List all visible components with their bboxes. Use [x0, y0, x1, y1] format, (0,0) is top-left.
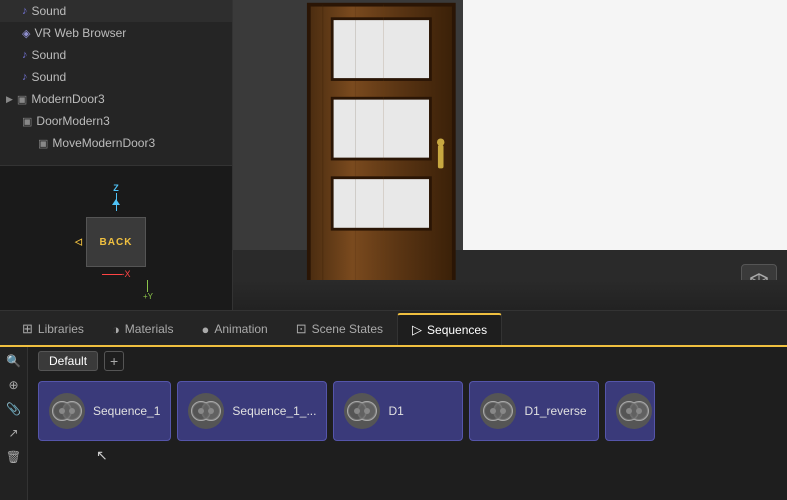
sequence-cards-container: Sequence_1 Sequence_1_... D1	[28, 375, 787, 447]
libraries-tab-label: Libraries	[38, 322, 84, 336]
sound-icon: ♪	[22, 5, 28, 17]
mesh-icon: ▣	[22, 115, 32, 128]
tree-item-sound3[interactable]: ♪ Sound	[0, 66, 232, 88]
sequences-tab-icon: ▷	[412, 322, 422, 338]
link-tool-button[interactable]: 📎	[4, 399, 24, 419]
materials-tab-icon: ◑	[112, 322, 120, 337]
scenestates-tab-icon: ⊡	[296, 321, 307, 337]
tree-item-label: ModernDoor3	[31, 92, 104, 106]
viewport-wall	[463, 0, 787, 250]
tab-sequences[interactable]: ▷ Sequences	[397, 313, 502, 345]
add-tab-button[interactable]: +	[104, 351, 124, 371]
default-tab-bar: Default +	[28, 347, 787, 375]
tab-libraries[interactable]: ⊞ Libraries	[8, 313, 98, 345]
viewport-floor	[233, 280, 787, 310]
axis-x-label: -X	[122, 269, 131, 279]
seq-card-label-d1: D1	[388, 404, 403, 418]
main-area: ♪Sound◈VR Web Browser♪Sound♪Sound▶▣Moder…	[0, 0, 787, 310]
tree-item-movemoddern3[interactable]: ▣ MoveModernDoor3	[0, 132, 232, 154]
tree-item-label: Sound	[32, 70, 67, 84]
sequence-card-d1rev[interactable]: D1_reverse	[469, 381, 599, 441]
scene-tree: ♪Sound◈VR Web Browser♪Sound♪Sound▶▣Moder…	[0, 0, 232, 165]
cursor-area: ↖	[28, 447, 787, 467]
tab-animation[interactable]: ● Animation	[187, 313, 281, 345]
seq-card-label-seq1: Sequence_1	[93, 404, 160, 418]
left-panel: ♪Sound◈VR Web Browser♪Sound♪Sound▶▣Moder…	[0, 0, 233, 310]
sequences-panel: 🔍 ⊕ 📎 ↗ 🗑 Default + Sequence_1	[0, 347, 787, 500]
tree-item-label: DoorModern3	[36, 114, 109, 128]
seq-card-label-seq1_: Sequence_1_...	[232, 404, 316, 418]
seq-card-label-d1rev: D1_reverse	[524, 404, 586, 418]
scenestates-tab-label: Scene States	[312, 322, 383, 336]
sequences-content: 🔍 ⊕ 📎 ↗ 🗑 Default + Sequence_1	[0, 347, 787, 500]
sequence-card-seq1_[interactable]: Sequence_1_...	[177, 381, 327, 441]
preview-area: Z ◁ BACK -X +Y	[0, 165, 232, 310]
sequence-card-partial[interactable]	[605, 381, 655, 441]
left-tools: 🔍 ⊕ 📎 ↗ 🗑	[0, 347, 28, 500]
tree-item-vrweb[interactable]: ◈ VR Web Browser	[0, 22, 232, 44]
seq-card-icon-seq1	[49, 393, 85, 429]
animation-tab-label: Animation	[214, 322, 267, 336]
vr-icon: ◈	[22, 27, 30, 40]
add-tool-button[interactable]: ⊕	[4, 375, 24, 395]
tree-item-label: VR Web Browser	[34, 26, 126, 40]
tree-item-doormodern3[interactable]: ▣ DoorModern3	[0, 110, 232, 132]
tree-item-moderndoor3[interactable]: ▶ ▣ ModernDoor3	[0, 88, 232, 110]
materials-tab-label: Materials	[125, 322, 174, 336]
back-label: BACK	[100, 237, 133, 248]
seq-card-icon-partial	[616, 393, 652, 429]
axis-z-label: Z	[113, 183, 119, 193]
sequences-tab-label: Sequences	[427, 323, 487, 337]
libraries-tab-icon: ⊞	[22, 321, 33, 337]
tabs-bar: ⊞ Libraries ◑ Materials ● Animation ⊡ Scene Sta…	[0, 311, 787, 347]
search-tool-button[interactable]: 🔍	[4, 351, 24, 371]
tree-item-label: Sound	[32, 48, 67, 62]
preview-back-box: ◁ BACK	[86, 217, 146, 267]
door-visual	[293, 0, 493, 290]
sequences-main: Default + Sequence_1	[28, 347, 787, 500]
back-side-icon: ◁	[75, 237, 82, 248]
sequence-card-d1[interactable]: D1	[333, 381, 463, 441]
viewport	[233, 0, 787, 310]
seq-card-icon-seq1_	[188, 393, 224, 429]
tree-item-sound1[interactable]: ♪ Sound	[0, 0, 232, 22]
sound-icon: ♪	[22, 71, 28, 83]
default-tab[interactable]: Default	[38, 351, 98, 371]
tree-item-label: Sound	[32, 4, 67, 18]
bottom-tabs-container: ⊞ Libraries ◑ Materials ● Animation ⊡ Scene Sta…	[0, 310, 787, 500]
delete-tool-button[interactable]: 🗑	[4, 447, 24, 467]
tree-item-sound2[interactable]: ♪ Sound	[0, 44, 232, 66]
animation-tab-icon: ●	[201, 322, 209, 337]
tree-item-label: MoveModernDoor3	[52, 136, 155, 150]
expand-icon: ▶	[6, 94, 13, 105]
sequence-card-seq1[interactable]: Sequence_1	[38, 381, 171, 441]
sound-icon: ♪	[22, 49, 28, 61]
tab-scenestates[interactable]: ⊡ Scene States	[282, 313, 397, 345]
mesh-icon: ▣	[38, 137, 48, 150]
seq-card-icon-d1rev	[480, 393, 516, 429]
tab-materials[interactable]: ◑ Materials	[98, 313, 188, 345]
mouse-cursor-icon: ↖	[96, 447, 108, 463]
arrow-tool-button[interactable]: ↗	[4, 423, 24, 443]
mesh-icon: ▣	[17, 93, 27, 106]
seq-card-icon-d1	[344, 393, 380, 429]
